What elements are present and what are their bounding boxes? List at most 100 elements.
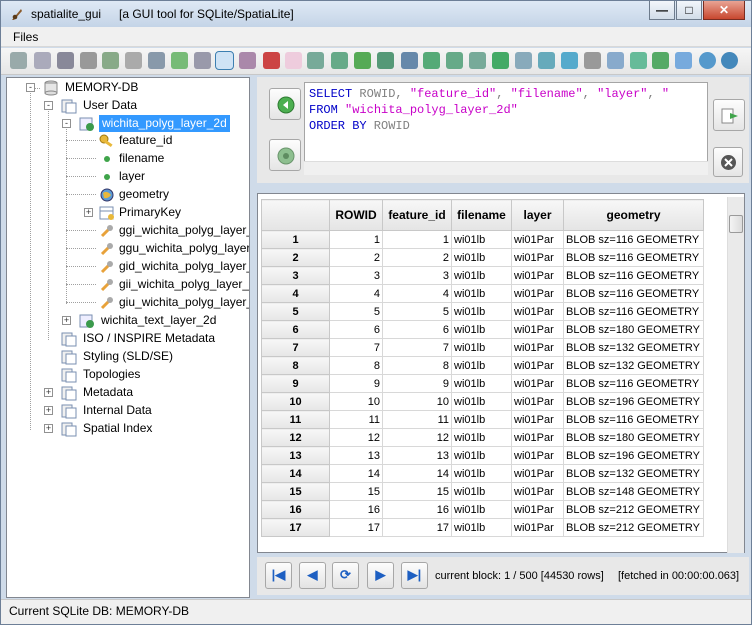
db-icon[interactable] (57, 52, 74, 69)
collapse-icon[interactable]: - (62, 119, 71, 128)
cell-layer[interactable]: wi01Par (511, 320, 564, 339)
tree-node-table-text[interactable]: + wichita_text_layer_2d (7, 312, 247, 329)
tree-column-filename[interactable]: filename (7, 150, 247, 167)
table-row[interactable]: 16 16 16 wi01lb wi01Par BLOB sz=212 GEOMETRY (261, 500, 704, 519)
charset-icon[interactable] (239, 52, 256, 69)
cell-feature-id[interactable]: 7 (382, 338, 452, 357)
cell-geometry[interactable]: BLOB sz=180 GEOMETRY (563, 320, 704, 339)
tree-column-layer[interactable]: layer (7, 168, 247, 185)
cell-geometry[interactable]: BLOB sz=132 GEOMETRY (563, 464, 704, 483)
cell-rowid[interactable]: 6 (329, 320, 383, 339)
row-header[interactable]: 3 (261, 266, 330, 285)
attach-icon[interactable] (584, 52, 601, 69)
maximize-button[interactable]: □ (676, 1, 702, 20)
collapse-icon[interactable]: - (44, 101, 53, 110)
cell-layer[interactable]: wi01Par (511, 248, 564, 267)
tree-node-table-polyg[interactable]: - wichita_polyg_layer_2d (7, 115, 247, 132)
tree-trigger[interactable]: gii_wichita_polyg_layer_ (7, 276, 249, 293)
table-row[interactable]: 5 5 5 wi01lb wi01Par BLOB sz=116 GEOMETRY (261, 302, 704, 321)
table-row[interactable]: 2 2 2 wi01lb wi01Par BLOB sz=116 GEOMETRY (261, 248, 704, 267)
row-header[interactable]: 13 (261, 446, 330, 465)
row-header[interactable]: 6 (261, 320, 330, 339)
table-row[interactable]: 11 11 11 wi01lb wi01Par BLOB sz=116 GEOMETRY (261, 410, 704, 429)
row-header[interactable]: 8 (261, 356, 330, 375)
heart-icon[interactable] (263, 52, 280, 69)
row-header[interactable]: 10 (261, 392, 330, 411)
cell-rowid[interactable]: 3 (329, 266, 383, 285)
excel-icon[interactable] (492, 52, 509, 69)
network-icon[interactable] (607, 52, 624, 69)
connect-icon[interactable] (10, 52, 27, 69)
rotate-icon[interactable] (630, 52, 647, 69)
cell-layer[interactable]: wi01Par (511, 392, 564, 411)
cell-geometry[interactable]: BLOB sz=116 GEOMETRY (563, 410, 704, 429)
cell-layer[interactable]: wi01Par (511, 446, 564, 465)
cell-geometry[interactable]: BLOB sz=196 GEOMETRY (563, 446, 704, 465)
cell-geometry[interactable]: BLOB sz=116 GEOMETRY (563, 284, 704, 303)
tree-node-folder[interactable]: Styling (SLD/SE) (7, 348, 247, 365)
tree-node-folder[interactable]: + Metadata (7, 384, 247, 401)
save-db-icon[interactable] (102, 52, 119, 69)
row-header[interactable]: 1 (261, 230, 330, 249)
row-header[interactable]: 16 (261, 500, 330, 519)
next-block-button[interactable]: ▶ (367, 562, 394, 589)
cell-rowid[interactable]: 2 (329, 248, 383, 267)
table-row[interactable]: 13 13 13 wi01lb wi01Par BLOB sz=196 GEOMETRY (261, 446, 704, 465)
tree-node-folder[interactable]: Topologies (7, 366, 247, 383)
load-txt-icon[interactable] (307, 52, 324, 69)
cell-filename[interactable]: wi01lb (451, 320, 512, 339)
cell-rowid[interactable]: 17 (329, 518, 383, 537)
cell-geometry[interactable]: BLOB sz=116 GEOMETRY (563, 248, 704, 267)
expand-icon[interactable]: + (44, 424, 53, 433)
cell-rowid[interactable]: 10 (329, 392, 383, 411)
cell-layer[interactable]: wi01Par (511, 518, 564, 537)
close-button[interactable]: ✕ (703, 1, 745, 20)
last-block-button[interactable]: ▶| (401, 562, 428, 589)
cell-filename[interactable]: wi01lb (451, 464, 512, 483)
table-row[interactable]: 6 6 6 wi01lb wi01Par BLOB sz=180 GEOMETRY (261, 320, 704, 339)
expand-icon[interactable]: + (44, 406, 53, 415)
table-row[interactable]: 9 9 9 wi01lb wi01Par BLOB sz=116 GEOMETRY (261, 374, 704, 393)
about-icon[interactable] (721, 52, 738, 69)
cell-geometry[interactable]: BLOB sz=180 GEOMETRY (563, 428, 704, 447)
cell-filename[interactable]: wi01lb (451, 500, 512, 519)
tree-node-primarykey[interactable]: + PrimaryKey (7, 204, 247, 221)
cell-layer[interactable]: wi01Par (511, 266, 564, 285)
row-header[interactable]: 17 (261, 518, 330, 537)
load-shp-icon[interactable] (194, 52, 211, 69)
cell-layer[interactable]: wi01Par (511, 374, 564, 393)
row-header[interactable]: 15 (261, 482, 330, 501)
tree-node-folder[interactable]: + Spatial Index (7, 420, 247, 437)
cell-geometry[interactable]: BLOB sz=116 GEOMETRY (563, 266, 704, 285)
clear-sql-button[interactable] (713, 147, 743, 177)
cell-filename[interactable]: wi01lb (451, 410, 512, 429)
cell-geometry[interactable]: BLOB sz=196 GEOMETRY (563, 392, 704, 411)
tree-trigger[interactable]: gid_wichita_polyg_layer_ (7, 258, 249, 275)
table-row[interactable]: 7 7 7 wi01lb wi01Par BLOB sz=132 GEOMETRY (261, 338, 704, 357)
table-row[interactable]: 17 17 17 wi01lb wi01Par BLOB sz=212 GEOMETRY (261, 518, 704, 537)
cell-geometry[interactable]: BLOB sz=148 GEOMETRY (563, 482, 704, 501)
tree-node-folder[interactable]: ISO / INSPIRE Metadata (7, 330, 247, 347)
cell-filename[interactable]: wi01lb (451, 284, 512, 303)
cell-filename[interactable]: wi01lb (451, 374, 512, 393)
table-row[interactable]: 10 10 10 wi01lb wi01Par BLOB sz=196 GEOMETRY (261, 392, 704, 411)
new-db-icon[interactable] (34, 52, 51, 69)
cell-feature-id[interactable]: 8 (382, 356, 452, 375)
cell-feature-id[interactable]: 3 (382, 266, 452, 285)
row-header[interactable]: 9 (261, 374, 330, 393)
sql-log-icon[interactable] (561, 52, 578, 69)
execute-sql-button[interactable] (713, 99, 745, 131)
cell-rowid[interactable]: 5 (329, 302, 383, 321)
vacuum-icon[interactable] (148, 52, 165, 69)
cell-rowid[interactable]: 1 (329, 230, 383, 249)
tree-column-feature-id[interactable]: feature_id (7, 132, 247, 149)
cell-filename[interactable]: wi01lb (451, 230, 512, 249)
cell-feature-id[interactable]: 10 (382, 392, 452, 411)
cell-layer[interactable]: wi01Par (511, 464, 564, 483)
cell-rowid[interactable]: 4 (329, 284, 383, 303)
cell-geometry[interactable]: BLOB sz=212 GEOMETRY (563, 518, 704, 537)
cell-geometry[interactable]: BLOB sz=116 GEOMETRY (563, 230, 704, 249)
cell-rowid[interactable]: 13 (329, 446, 383, 465)
cell-filename[interactable]: wi01lb (451, 302, 512, 321)
cell-feature-id[interactable]: 12 (382, 428, 452, 447)
